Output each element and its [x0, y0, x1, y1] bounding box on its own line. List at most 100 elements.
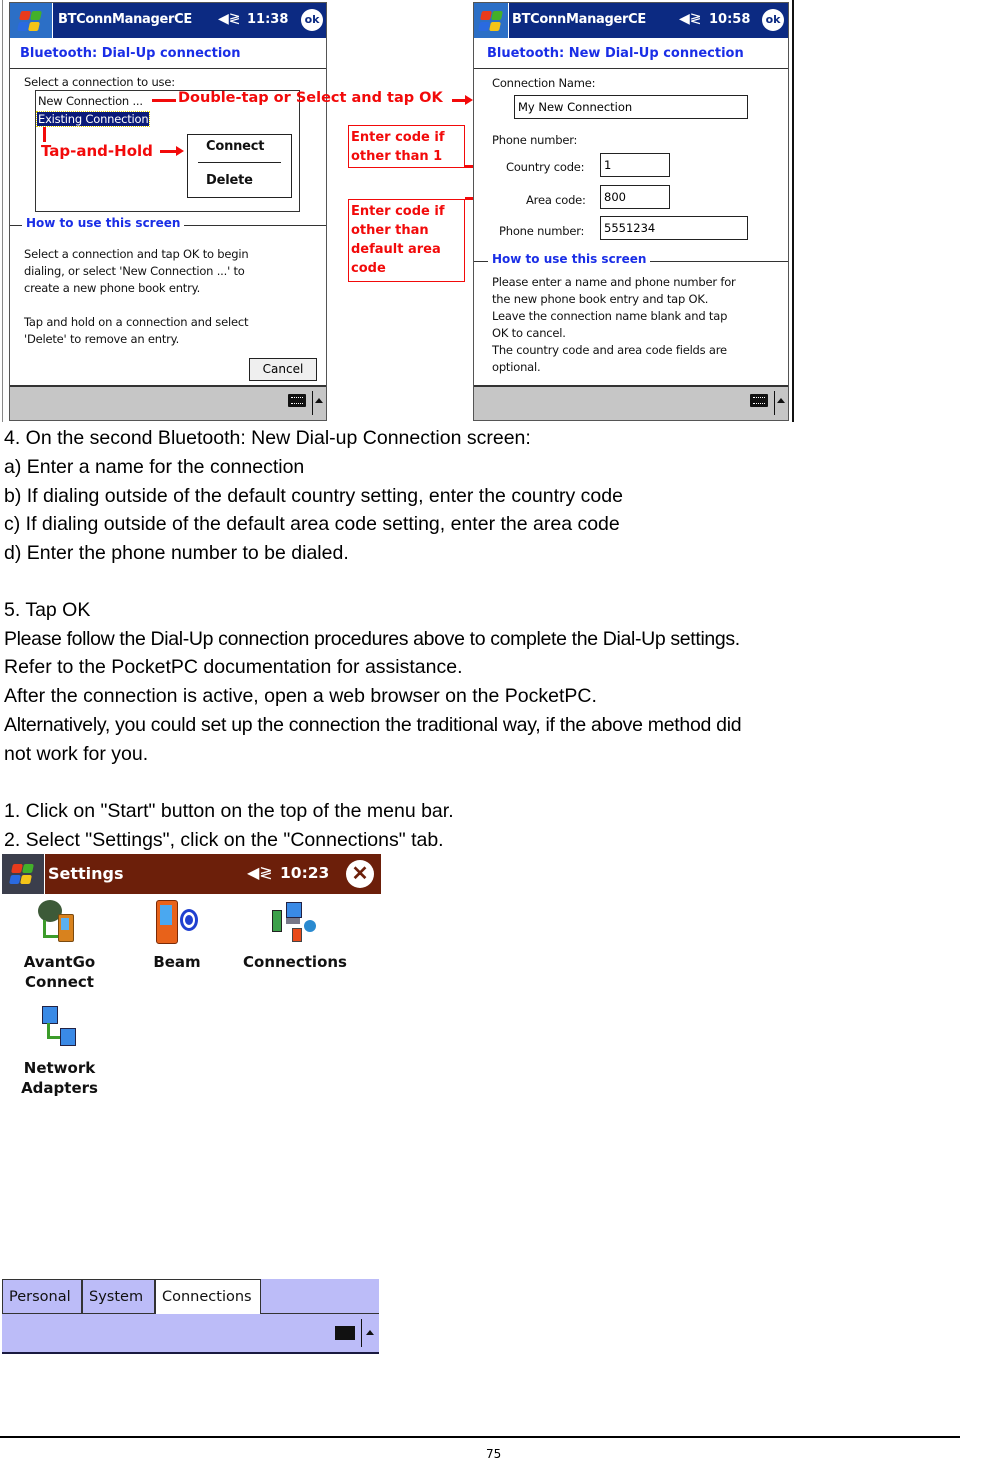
bar-separator	[361, 1319, 362, 1347]
input-menu-arrow-icon[interactable]	[366, 1330, 374, 1335]
country-code-input[interactable]: 1	[600, 153, 670, 177]
screen1-outer-frame	[2, 0, 3, 422]
screen-subtitle: Bluetooth: New Dial-Up connection	[474, 38, 788, 69]
double-tap-arrow-line	[152, 99, 176, 102]
step4-line: d) Enter the phone number to be dialed.	[4, 542, 349, 564]
settings-bottombar	[2, 1314, 379, 1354]
speaker-icon[interactable]: ◀︎≷	[247, 863, 273, 883]
speaker-icon[interactable]: ◀︎≷	[679, 11, 702, 27]
double-tap-arrowhead	[465, 95, 473, 105]
ok-button[interactable]: ok	[301, 9, 323, 31]
connection-name-label: Connection Name:	[492, 76, 596, 90]
bar-separator	[312, 391, 313, 415]
howto-line: Please enter a name and phone number for	[492, 275, 736, 289]
avantgo-label: AvantGo Connect	[23, 953, 96, 991]
start-button[interactable]	[474, 3, 509, 38]
keyboard-icon[interactable]	[335, 1326, 355, 1340]
connections-item[interactable]: Connections	[238, 898, 352, 971]
screen1-bottombar	[10, 385, 326, 420]
cancel-button[interactable]: Cancel	[249, 358, 317, 381]
area-code-input[interactable]: 800	[600, 185, 670, 209]
footer-rule	[0, 1436, 960, 1438]
beam-icon	[156, 898, 206, 944]
tab-connections[interactable]: Connections	[155, 1279, 261, 1314]
step4-line: 4. On the second Bluetooth: New Dial-up …	[4, 427, 531, 449]
double-tap-annotation: Double-tap or Select and tap OK	[178, 90, 443, 106]
howto-line: create a new phone book entry.	[24, 281, 201, 295]
screen2-new-dialup-connection: BTConnManagerCE ◀︎≷ 10:58 ok Bluetooth: …	[473, 2, 789, 421]
country-code-note: Enter code if other than 1	[348, 125, 465, 168]
beam-item[interactable]: Beam	[142, 898, 212, 971]
settings-screen: Settings ◀︎≷ 10:23 ✕ AvantGo Connect Bea…	[2, 854, 381, 1354]
input-menu-arrow-icon[interactable]	[315, 398, 323, 403]
howto-line: Tap and hold on a connection and select	[24, 315, 249, 329]
country-note-line: other than 1	[351, 149, 443, 164]
tap-hold-annotation: Tap-and-Hold	[41, 142, 153, 160]
clock: 10:23	[280, 864, 330, 882]
clock: 10:58	[709, 12, 751, 27]
area-note-line: default area	[351, 242, 441, 257]
howto-title: How to use this screen	[22, 216, 185, 230]
keyboard-icon[interactable]	[750, 394, 768, 407]
phone-number-label: Phone number:	[499, 224, 585, 238]
ok-button[interactable]: ok	[762, 9, 784, 31]
step4-line: c) If dialing outside of the default are…	[4, 513, 620, 535]
context-menu: Connect Delete	[187, 134, 292, 198]
start-button[interactable]	[10, 3, 53, 38]
howto-line: Select a connection and tap OK to begin	[24, 247, 249, 261]
start-button[interactable]	[2, 854, 45, 894]
context-menu-delete[interactable]: Delete	[206, 173, 253, 188]
windows-flag-icon	[17, 10, 42, 32]
step4-line: b) If dialing outside of the default cou…	[4, 485, 623, 507]
area-note-line: code	[351, 261, 386, 276]
connections-icon	[272, 902, 322, 946]
howto-line: 'Delete' to remove an entry.	[24, 332, 180, 346]
howto-line: optional.	[492, 360, 541, 374]
speaker-icon[interactable]: ◀︎≷	[218, 11, 241, 27]
close-button[interactable]: ✕	[346, 860, 374, 888]
avantgo-icon	[38, 900, 82, 944]
connection-name-input[interactable]: My New Connection	[514, 95, 748, 119]
list-item-existing-connection[interactable]: Existing Connection	[35, 111, 151, 127]
tab-system[interactable]: System	[82, 1279, 155, 1314]
avantgo-connect-item[interactable]: AvantGo Connect	[12, 898, 107, 998]
input-menu-arrow-icon[interactable]	[777, 398, 785, 403]
bar-separator	[774, 391, 775, 415]
howto-title: How to use this screen	[488, 252, 651, 266]
app-name: BTConnManagerCE	[58, 12, 192, 27]
area-note-line: other than	[351, 223, 429, 238]
screen2-outer-frame	[792, 0, 794, 422]
keyboard-icon[interactable]	[288, 394, 306, 407]
beam-label: Beam	[153, 953, 201, 971]
step5-line: 5. Tap OK	[4, 599, 91, 621]
cancel-button-label: Cancel	[262, 362, 304, 376]
country-note-line: Enter code if	[351, 130, 445, 145]
step5-line: Please follow the Dial-Up connection pro…	[4, 628, 740, 650]
windows-flag-icon	[9, 863, 34, 885]
step4-line: a) Enter a name for the connection	[4, 456, 305, 478]
list-item-new-connection[interactable]: New Connection ...	[38, 94, 143, 108]
menu-divider	[198, 162, 281, 163]
howto-line: Leave the connection name blank and tap	[492, 309, 728, 323]
area-code-label: Area code:	[526, 193, 586, 207]
howto-line: the new phone book entry and tap OK.	[492, 292, 709, 306]
settings-tabbar: Personal System Connections	[2, 1279, 379, 1354]
screen2-titlebar: BTConnManagerCE ◀︎≷ 10:58 ok	[474, 3, 788, 38]
network-adapters-item[interactable]: Network Adapters	[12, 1004, 107, 1104]
phone-number-heading: Phone number:	[492, 133, 578, 147]
page-number: 75	[486, 1447, 502, 1461]
step5-line: Refer to the PocketPC documentation for …	[4, 656, 463, 678]
network-adapters-icon	[42, 1006, 82, 1050]
tab-personal[interactable]: Personal	[2, 1279, 82, 1314]
settings-titlebar: Settings ◀︎≷ 10:23 ✕	[2, 854, 381, 894]
step5-line: Alternatively, you could set up the conn…	[4, 714, 742, 736]
app-name: BTConnManagerCE	[512, 12, 646, 27]
tap-hold-arrowhead	[176, 146, 184, 156]
settings-title: Settings	[48, 864, 124, 883]
phone-number-input[interactable]: 5551234	[600, 216, 748, 240]
step5-line: After the connection is active, open a w…	[4, 685, 597, 707]
country-code-label: Country code:	[506, 160, 585, 174]
screen-subtitle: Bluetooth: Dial-Up connection	[10, 38, 326, 69]
context-menu-connect[interactable]: Connect	[206, 139, 265, 154]
tap-hold-pointer	[43, 127, 46, 142]
